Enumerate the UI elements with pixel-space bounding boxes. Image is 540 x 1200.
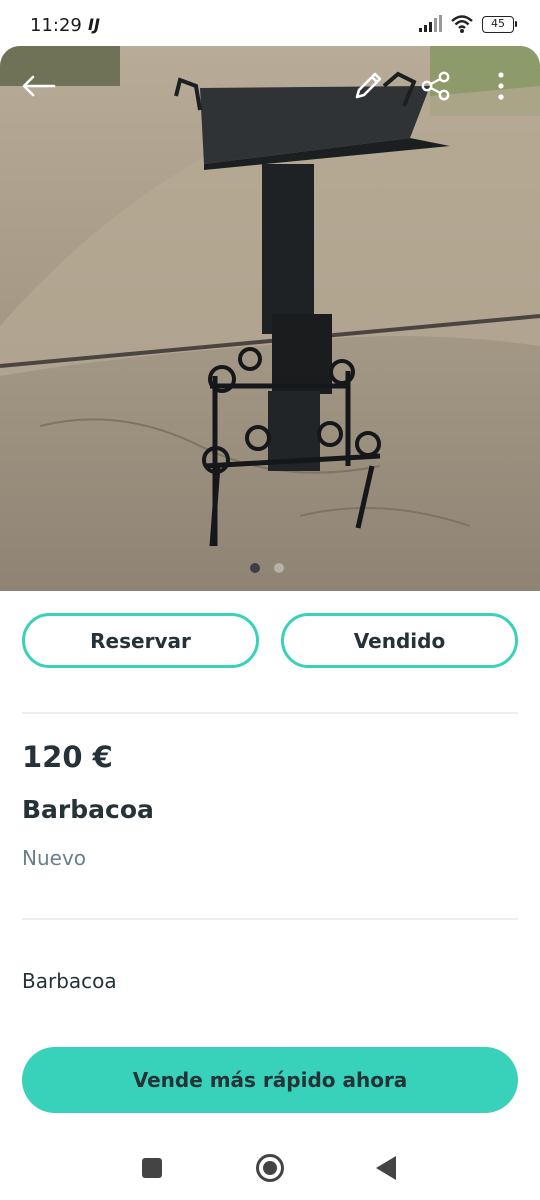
product-image-carousel[interactable] — [0, 46, 540, 591]
signal-icon — [419, 15, 442, 32]
share-icon — [421, 71, 450, 101]
carousel-indicator — [250, 563, 284, 573]
reserve-button[interactable]: Reservar — [22, 613, 259, 668]
product-photo — [0, 46, 540, 591]
status-bar: 11:29 IJ 45 — [0, 0, 540, 50]
system-back-icon[interactable] — [376, 1156, 396, 1180]
sell-faster-button[interactable]: Vende más rápido ahora — [22, 1047, 518, 1113]
listing-status-actions: Reservar Vendido — [22, 613, 518, 668]
carousel-dot-active[interactable] — [250, 563, 260, 573]
status-indicators: 45 — [418, 14, 517, 34]
item-condition: Nuevo — [22, 846, 87, 870]
wifi-icon — [451, 15, 473, 33]
system-navigation-bar — [0, 1130, 540, 1200]
more-options-button[interactable] — [486, 66, 516, 106]
item-description: Barbacoa — [22, 969, 117, 993]
pencil-icon — [355, 72, 382, 99]
back-button[interactable] — [16, 68, 60, 104]
item-price: 120 € — [22, 740, 113, 774]
item-title: Barbacoa — [22, 795, 154, 824]
share-button[interactable] — [414, 66, 458, 106]
more-vertical-icon — [498, 72, 504, 100]
divider — [22, 918, 518, 920]
divider — [22, 712, 518, 714]
status-notification-text: IJ — [88, 15, 100, 34]
status-time: 11:29 — [30, 15, 82, 36]
carousel-dot[interactable] — [274, 563, 284, 573]
home-icon[interactable] — [256, 1154, 284, 1182]
recents-icon[interactable] — [142, 1158, 162, 1178]
back-arrow-icon — [22, 75, 56, 97]
battery-icon: 45 — [482, 15, 517, 33]
sold-button[interactable]: Vendido — [281, 613, 518, 668]
edit-button[interactable] — [346, 66, 390, 106]
